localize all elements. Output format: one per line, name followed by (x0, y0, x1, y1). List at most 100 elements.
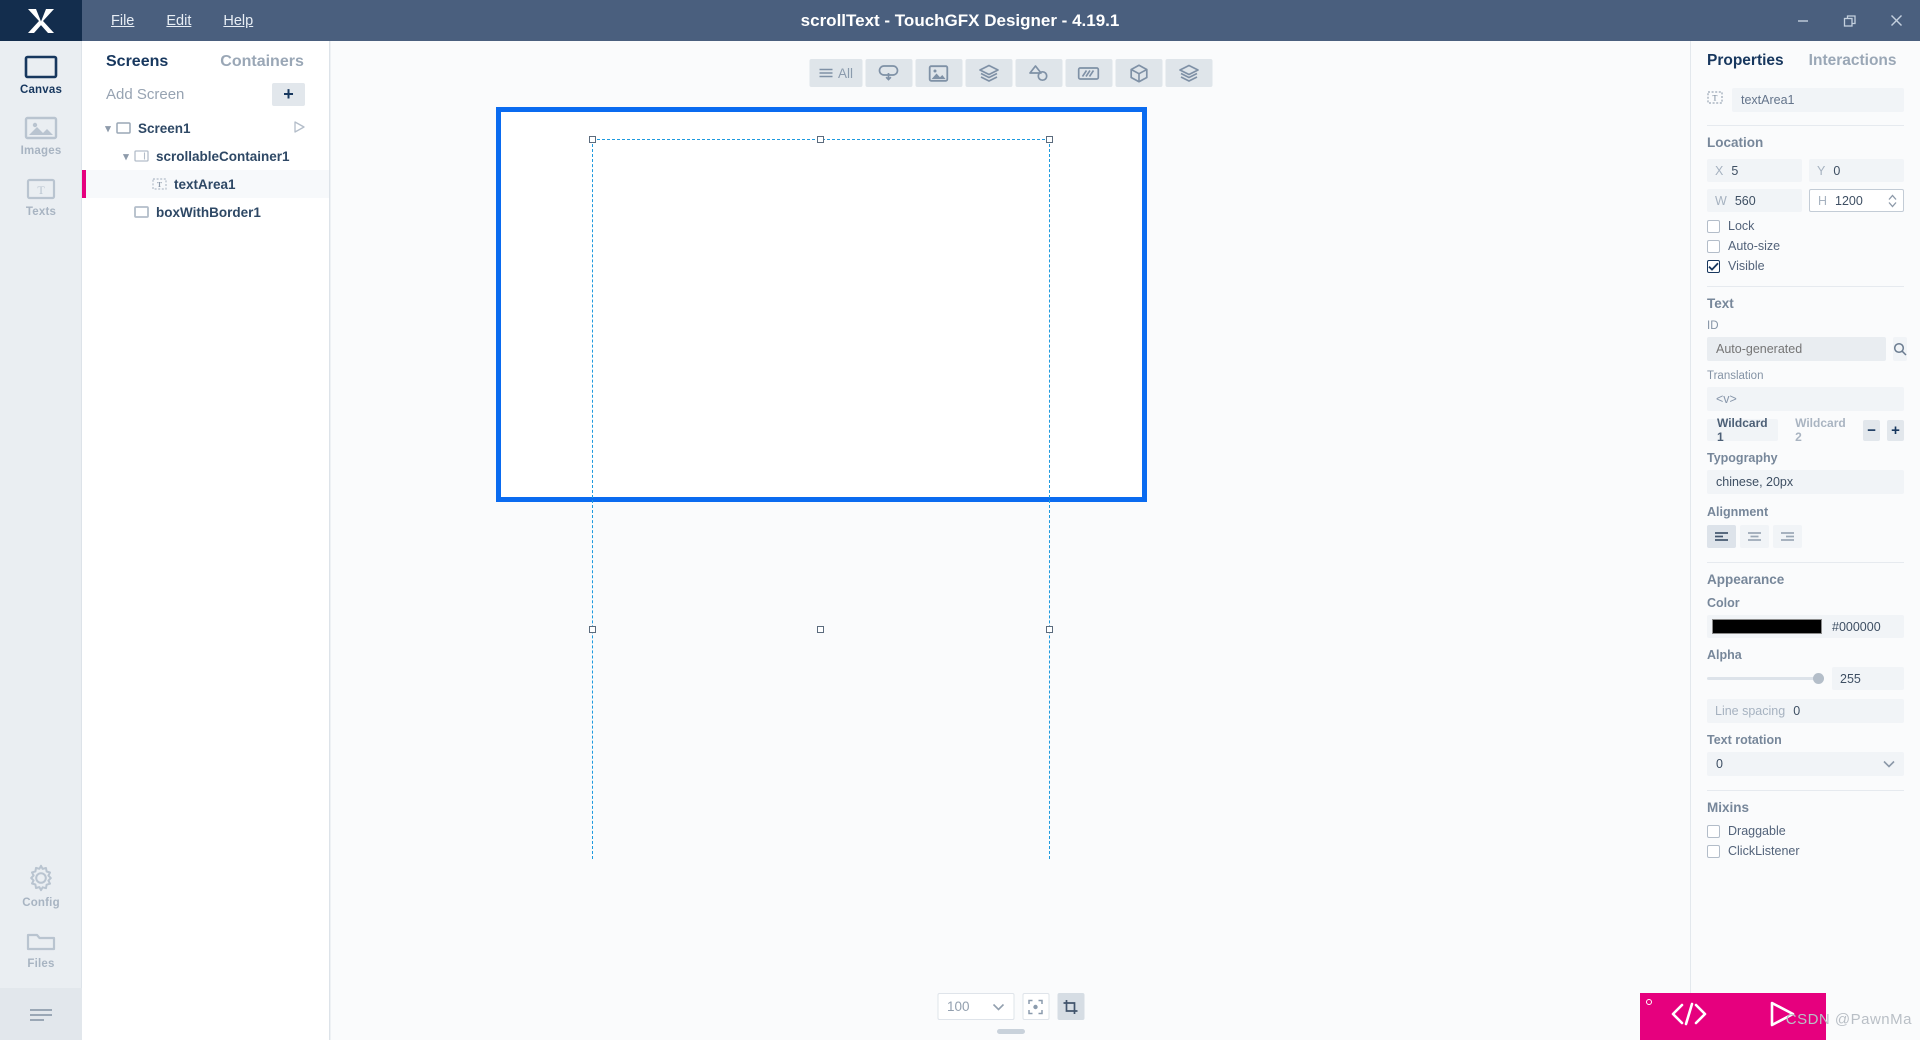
window-controls (1779, 0, 1920, 41)
id-input[interactable] (1707, 337, 1886, 361)
lock-checkbox[interactable] (1707, 219, 1720, 233)
action-bar[interactable] (1640, 993, 1826, 1040)
draggable-checkbox[interactable] (1707, 824, 1720, 838)
shapes-button[interactable] (1015, 59, 1063, 87)
tab-interactions[interactable]: Interactions (1809, 52, 1897, 70)
tab-containers[interactable]: Containers (220, 53, 304, 71)
translation-field[interactable]: <v> (1707, 387, 1904, 411)
restore-button[interactable] (1826, 0, 1873, 41)
draggable-checkbox-row[interactable]: Draggable (1707, 824, 1904, 838)
chevron-down-icon (1888, 201, 1897, 207)
resize-handle-center[interactable] (817, 626, 824, 633)
canvas-scroll-grabber[interactable] (996, 1029, 1025, 1034)
rail-item-images[interactable]: Images (0, 102, 82, 163)
menu-item-edit[interactable]: Edit (151, 7, 206, 35)
generate-code-button[interactable] (1668, 1001, 1710, 1032)
text-area-icon: T (152, 178, 167, 190)
rail-item-texts[interactable]: T Texts (0, 163, 82, 224)
crop-button[interactable] (1057, 993, 1084, 1020)
alpha-slider[interactable] (1707, 667, 1824, 690)
w-field[interactable]: W 560 (1707, 189, 1802, 212)
fit-to-screen-button[interactable] (1022, 993, 1049, 1020)
alpha-value-field[interactable]: 255 (1832, 667, 1904, 690)
align-center-button[interactable] (1740, 525, 1769, 548)
x-field[interactable]: X 5 (1707, 159, 1802, 182)
color-row[interactable]: #000000 (1707, 615, 1904, 638)
align-right-button[interactable] (1773, 525, 1802, 548)
id-search-button[interactable] (1893, 337, 1907, 361)
menu-item-help[interactable]: Help (208, 7, 268, 35)
gear-icon (30, 864, 52, 892)
chevron-down-icon: ▾ (105, 122, 111, 135)
chevron-down-icon (1883, 760, 1895, 768)
wildcard-row: Wildcard 1 Wildcard 2 − + (1707, 416, 1904, 444)
close-button[interactable] (1873, 0, 1920, 41)
remove-wildcard-button[interactable]: − (1863, 419, 1881, 441)
selection-indicator (82, 170, 86, 198)
tab-screens[interactable]: Screens (106, 53, 168, 71)
filter-all-button[interactable]: All (808, 59, 863, 87)
containers-button[interactable] (965, 59, 1013, 87)
chevron-down-icon (992, 1003, 1004, 1011)
visible-checkbox[interactable] (1707, 259, 1720, 273)
widget-toolbar: All (808, 59, 1213, 87)
resize-handle-top-center[interactable] (817, 136, 824, 143)
run-simulator-button[interactable] (1766, 1000, 1798, 1033)
rail-item-config[interactable]: Config (0, 850, 82, 915)
minimize-button[interactable] (1779, 0, 1826, 41)
w-label: W (1715, 193, 1727, 208)
divider (1707, 790, 1904, 791)
y-field[interactable]: Y 0 (1809, 159, 1904, 182)
wildcard-1-chip[interactable]: Wildcard 1 (1707, 416, 1779, 444)
expander-screen1[interactable]: ▾ (100, 122, 116, 135)
layers-icon (978, 64, 999, 82)
wildcard-2-chip[interactable]: Wildcard 2 (1785, 416, 1856, 444)
h-field[interactable]: H 1200 (1809, 189, 1904, 212)
tree-label-screen1: Screen1 (138, 120, 191, 136)
run-screen-icon[interactable] (293, 120, 305, 136)
h-stepper[interactable] (1888, 194, 1897, 207)
tab-properties[interactable]: Properties (1707, 52, 1784, 70)
color-swatch[interactable] (1712, 619, 1822, 634)
window-title: scrollText - TouchGFX Designer - 4.19.1 (800, 10, 1120, 30)
menu-item-file[interactable]: File (96, 7, 149, 35)
alpha-slider-knob[interactable] (1813, 673, 1824, 684)
align-left-button[interactable] (1707, 525, 1736, 548)
folder-icon (26, 933, 56, 951)
rail-label-canvas: Canvas (19, 84, 63, 96)
tree-node-scrollablecontainer1[interactable]: ▾ scrollableContainer1 (82, 142, 329, 170)
line-spacing-field[interactable]: Line spacing 0 (1707, 699, 1904, 723)
gauges-button[interactable] (1065, 59, 1113, 87)
app-logo (0, 0, 82, 41)
resize-handle-top-right[interactable] (1046, 136, 1053, 143)
typography-field[interactable]: chinese, 20px (1707, 470, 1904, 494)
images-button[interactable] (915, 59, 963, 87)
zoom-level-select[interactable]: 100 (937, 993, 1014, 1020)
divider (1707, 286, 1904, 287)
custom-button[interactable] (1165, 59, 1213, 87)
text-rotation-select[interactable]: 0 (1707, 752, 1904, 776)
resize-handle-mid-left[interactable] (589, 626, 596, 633)
resize-handle-top-left[interactable] (589, 136, 596, 143)
device-preview-frame[interactable] (496, 107, 1147, 502)
resize-handle-mid-right[interactable] (1046, 626, 1053, 633)
rail-item-files[interactable]: Files (0, 915, 82, 976)
tree-node-boxwithborder1[interactable]: boxWithBorder1 (82, 198, 329, 226)
3d-button[interactable] (1115, 59, 1163, 87)
visible-checkbox-row[interactable]: Visible (1707, 259, 1904, 273)
autosize-checkbox-row[interactable]: Auto-size (1707, 239, 1904, 253)
minimize-icon (1797, 19, 1808, 22)
add-wildcard-button[interactable]: + (1887, 419, 1904, 441)
lock-checkbox-row[interactable]: Lock (1707, 219, 1904, 233)
widget-name-field[interactable]: textArea1 (1732, 88, 1904, 112)
widgets-button[interactable] (865, 59, 913, 87)
tree-node-screen1[interactable]: ▾ Screen1 (82, 114, 329, 142)
autosize-checkbox[interactable] (1707, 239, 1720, 253)
expander-scrollablecontainer1[interactable]: ▾ (118, 150, 134, 163)
rail-hamburger-button[interactable] (0, 988, 82, 1040)
clicklistener-checkbox[interactable] (1707, 844, 1720, 858)
add-screen-button[interactable]: + (272, 83, 305, 106)
rail-item-canvas[interactable]: Canvas (0, 41, 82, 102)
tree-node-textarea1[interactable]: T textArea1 (82, 170, 329, 198)
clicklistener-checkbox-row[interactable]: ClickListener (1707, 844, 1904, 858)
